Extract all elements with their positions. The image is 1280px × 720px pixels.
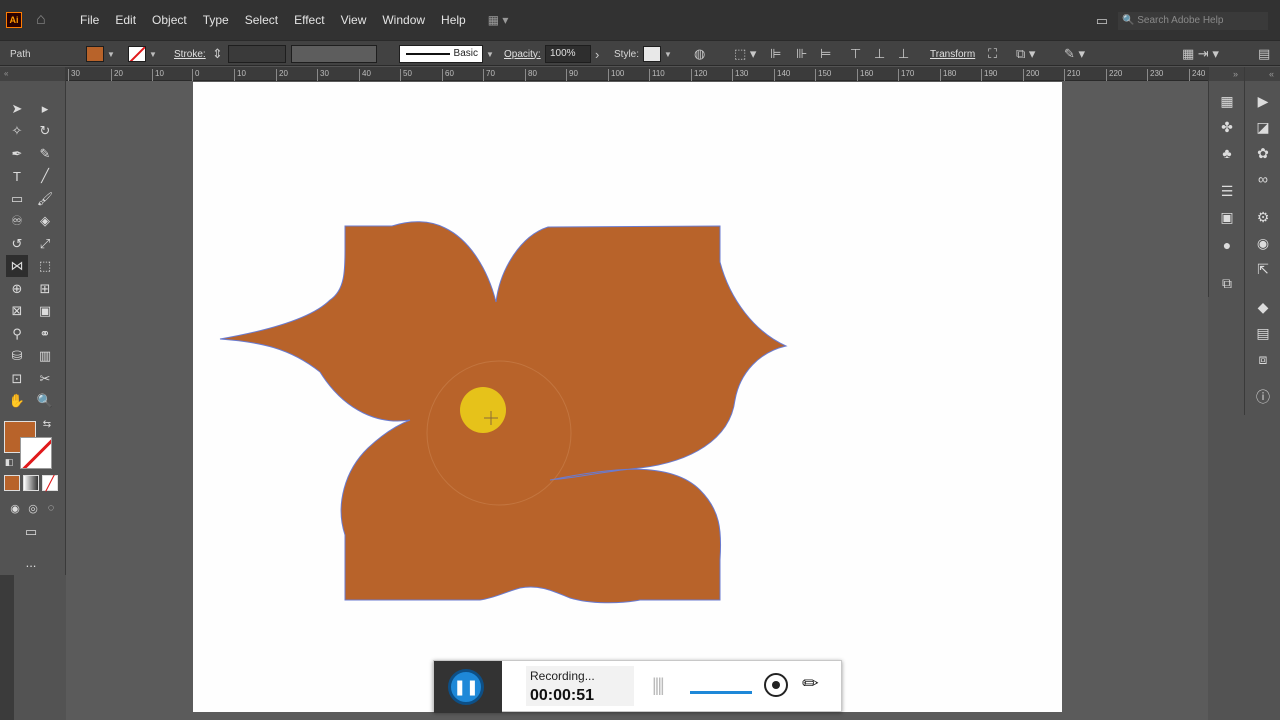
brushes-panel-icon[interactable]: ✤ — [1217, 117, 1237, 137]
recording-status: Recording... 00:00:51 — [526, 666, 634, 706]
asset-export-panel-icon[interactable]: ⧉ — [1217, 273, 1237, 293]
cursor-highlight — [460, 387, 506, 433]
rotate-tool-icon[interactable]: ↺ — [6, 233, 28, 255]
actions-panel-icon[interactable]: ▶ — [1253, 91, 1273, 111]
export-panel-icon[interactable]: ⇱ — [1253, 259, 1273, 279]
info-panel-icon[interactable]: ⓘ — [1253, 387, 1273, 407]
curvature-tool-icon[interactable]: ✎ — [34, 143, 56, 165]
tools-panel: « ➤ ▸ ✧ ↻ ✒ ✎ T ╱ ▭ 🖌 ♾ ◈ ↺ ⤢ ⋈ ⬚ ⊕ ⊞ ⊠ … — [0, 67, 66, 575]
panel-column-header[interactable]: » — [1209, 67, 1244, 81]
collapsed-panels-column-1: » ▦ ✤ ♣ ☰ ▣ ● ⧉ — [1208, 67, 1244, 297]
zoom-tool-icon[interactable]: 🔍 — [34, 390, 56, 412]
lasso-tool-icon[interactable]: ↻ — [34, 120, 56, 142]
mesh-tool-icon[interactable]: ⊠ — [6, 300, 28, 322]
screen-mode-icon[interactable]: ▭ — [20, 521, 42, 543]
free-transform-tool-icon[interactable]: ⬚ — [34, 255, 56, 277]
line-tool-icon[interactable]: ╱ — [34, 165, 56, 187]
panel-column-header[interactable]: « — [1245, 67, 1280, 81]
width-tool-icon[interactable]: ⋈ — [6, 255, 28, 277]
tools-panel-header[interactable]: « — [0, 67, 65, 81]
properties-panel-icon[interactable]: ⚙ — [1253, 207, 1273, 227]
pause-icon: ❚❚ — [453, 679, 479, 696]
links-panel-icon[interactable]: ∞ — [1253, 169, 1273, 189]
shaper-tool-icon[interactable]: ♾ — [6, 210, 28, 232]
scale-tool-icon[interactable]: ⤢ — [34, 233, 56, 255]
direct-selection-tool-icon[interactable]: ▸ — [34, 98, 56, 120]
illustrator-window: Ai ⌂ File Edit Object Type Select Effect… — [0, 0, 1280, 720]
pathfinder-panel-icon[interactable]: ⧈ — [1253, 349, 1273, 369]
draw-pencil-icon[interactable]: ✏ — [802, 671, 819, 696]
selection-tool-icon[interactable]: ➤ — [6, 98, 28, 120]
gradient-tool-icon[interactable]: ▣ — [34, 300, 56, 322]
swatches-panel-icon[interactable]: ▦ — [1217, 91, 1237, 111]
collapsed-panels-column-2: « ▶ ◪ ✿ ∞ ⚙ ◉ ⇱ ◆ ▤ ⧈ ⓘ — [1244, 67, 1280, 415]
artboards-panel-icon[interactable]: ▤ — [1253, 323, 1273, 343]
recording-status-label: Recording... — [530, 669, 595, 683]
shape-builder-tool-icon[interactable]: ⊕ — [6, 278, 28, 300]
gradient-panel-icon[interactable]: ▣ — [1217, 207, 1237, 227]
symbols-panel-icon[interactable]: ♣ — [1217, 143, 1237, 163]
slice-tool-icon[interactable]: ✂ — [34, 368, 56, 390]
layers-panel-icon[interactable]: ◆ — [1253, 297, 1273, 317]
artwork-canvas — [219, 221, 788, 604]
perspective-grid-tool-icon[interactable]: ⊞ — [34, 278, 56, 300]
recording-elapsed-time: 00:00:51 — [530, 687, 595, 704]
navigator-panel-icon[interactable]: ◪ — [1253, 117, 1273, 137]
edit-toolbar-icon[interactable]: ... — [20, 551, 42, 573]
none-mode-icon[interactable]: ╱ — [42, 475, 58, 491]
gradient-mode-icon[interactable] — [23, 475, 39, 491]
eraser-tool-icon[interactable]: ◈ — [34, 210, 56, 232]
appearance-panel-icon[interactable]: ◉ — [1253, 233, 1273, 253]
volume-slider[interactable] — [690, 691, 752, 694]
audio-level-icon: |||| — [652, 675, 665, 695]
stroke-panel-icon[interactable]: ☰ — [1217, 181, 1237, 201]
screen-recorder-widget: ❚❚ Recording... 00:00:51 |||| ✏ — [433, 660, 842, 713]
pen-tool-icon[interactable]: ✒ — [6, 143, 28, 165]
column-graph-tool-icon[interactable]: ▥ — [34, 345, 56, 367]
color-mode-icon[interactable] — [4, 475, 20, 491]
pause-recording-button[interactable]: ❚❚ — [448, 669, 484, 705]
webcam-icon[interactable] — [764, 673, 788, 697]
draw-inside-icon[interactable]: ◌ — [40, 497, 62, 519]
magic-wand-tool-icon[interactable]: ✧ — [6, 120, 28, 142]
hand-tool-icon[interactable]: ✋ — [6, 390, 28, 412]
color-guide-panel-icon[interactable]: ✿ — [1253, 143, 1273, 163]
recorder-control-area: ❚❚ — [434, 661, 502, 713]
eyedropper-tool-icon[interactable]: ⚲ — [6, 323, 28, 345]
symbol-sprayer-tool-icon[interactable]: ⛁ — [6, 345, 28, 367]
rectangle-tool-icon[interactable]: ▭ — [6, 188, 28, 210]
paintbrush-tool-icon[interactable]: 🖌 — [34, 188, 56, 210]
artboard-tool-icon[interactable]: ⊡ — [6, 368, 28, 390]
default-fill-stroke-icon[interactable]: ◧ — [2, 455, 16, 469]
type-tool-icon[interactable]: T — [6, 165, 28, 187]
blend-tool-icon[interactable]: ⚭ — [34, 323, 56, 345]
transparency-panel-icon[interactable]: ● — [1217, 235, 1237, 255]
swap-fill-stroke-icon[interactable]: ⇆ — [40, 417, 54, 431]
stroke-color-swatch[interactable] — [20, 437, 52, 469]
